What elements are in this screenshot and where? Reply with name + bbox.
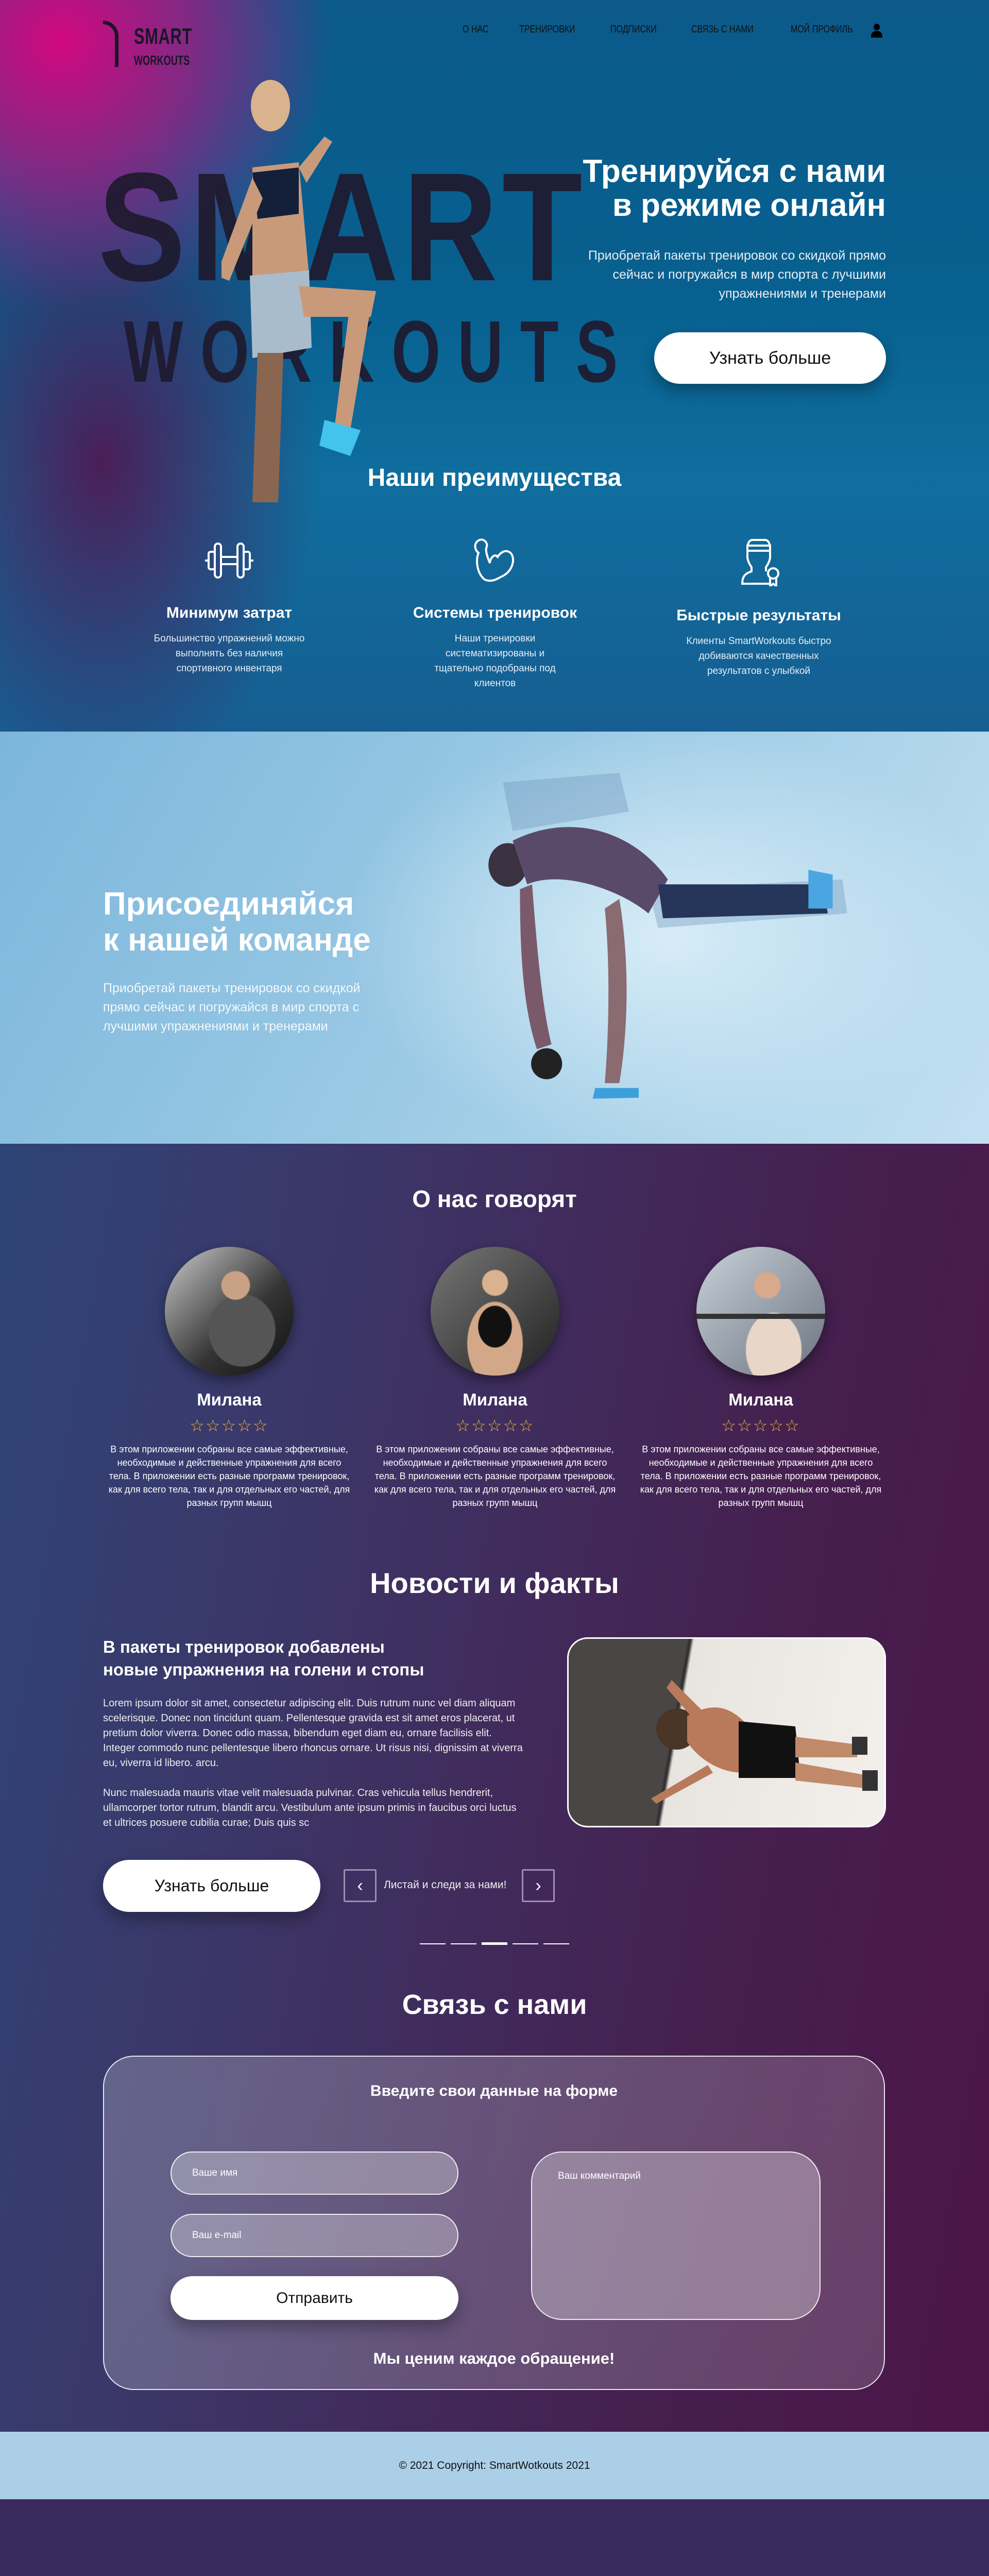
join-title-line2: к нашей команде — [103, 922, 371, 958]
hero-section: SMART WORKOUTS О НАС ТРЕНИРОВКИ ПОДПИСКИ… — [0, 0, 989, 732]
slider-pagination — [420, 1942, 569, 1945]
review-text: В этом приложении собраны все самые эффе… — [108, 1444, 350, 1508]
slider-next-button[interactable]: › — [522, 1869, 555, 1902]
advantage-text: Наши тренировки систематизированы и тщат… — [434, 633, 556, 689]
reviewer-name: Милана — [463, 1390, 527, 1409]
athlete-award-icon — [741, 539, 779, 586]
hero-title-line2: в режиме онлайн — [612, 188, 886, 223]
nav-workouts[interactable]: ТРЕНИРОВКИ — [519, 24, 575, 36]
logo-subtext: WORKOUTS — [134, 53, 190, 68]
dumbbell-icon — [205, 543, 253, 579]
news-paragraph: Lorem ipsum dolor sit amet, consectetur … — [103, 1698, 523, 1769]
advantage-title: Системы тренировок — [413, 604, 577, 621]
form-footer-note: Мы ценим каждое обращение! — [373, 2349, 615, 2367]
news-headline-line1: В пакеты тренировок добавлены — [103, 1637, 385, 1656]
slider-prev-button[interactable]: ‹ — [344, 1869, 377, 1902]
join-title: Присоединяйся к нашей команде — [103, 886, 371, 958]
form-title: Введите свои данные на форме — [370, 2082, 618, 2099]
advantage-text: Клиенты SmartWorkouts быстро добиваются … — [686, 636, 831, 676]
reviewer-name: Милана — [728, 1390, 793, 1409]
advantages-title: Наши преимущества — [367, 464, 622, 492]
slider-dot[interactable] — [543, 1943, 569, 1944]
join-section: Присоединяйся к нашей команде Приобретай… — [0, 732, 989, 1144]
contact-form: Введите свои данные на форме Отправить М… — [103, 2056, 885, 2390]
nav-about[interactable]: О НАС — [463, 24, 488, 36]
chevron-right-icon: › — [535, 1875, 541, 1895]
advantage-item: Минимум затрат Большинство упражнений мо… — [116, 537, 343, 676]
star-rating-icon: ☆☆☆☆☆ — [190, 1416, 269, 1435]
name-input[interactable] — [170, 2151, 458, 2195]
biceps-icon — [474, 538, 514, 582]
news-title: Новости и факты — [370, 1567, 619, 1599]
review-text: В этом приложении собраны все самые эффе… — [374, 1444, 616, 1508]
reviewer-avatar — [431, 1247, 559, 1376]
athlete-motion-image — [488, 773, 847, 1099]
nav-profile[interactable]: МОЙ ПРОФИЛЬ — [791, 24, 853, 36]
hero-title-line1: Тренируйся с нами — [583, 154, 886, 189]
nav-subscriptions[interactable]: ПОДПИСКИ — [610, 24, 657, 36]
slider-dot[interactable] — [451, 1943, 476, 1944]
hero-subtitle: Приобретай пакеты тренировок со скидкой … — [588, 248, 886, 301]
reviews-title: О нас говорят — [412, 1185, 577, 1212]
star-rating-icon: ☆☆☆☆☆ — [721, 1416, 800, 1435]
submit-button[interactable]: Отправить — [170, 2276, 458, 2320]
slider-dot[interactable] — [513, 1943, 538, 1944]
review-card: Милана ☆☆☆☆☆ В этом приложении собраны в… — [371, 1247, 619, 1510]
nav-contact[interactable]: СВЯЗЬ С НАМИ — [691, 24, 754, 36]
reviewer-name: Милана — [197, 1390, 262, 1409]
slider-hint: Листай и следи за нами! — [384, 1879, 507, 1891]
copyright-text: © 2021 Copyright: SmartWotkouts 2021 — [399, 2459, 590, 2471]
news-image — [567, 1637, 886, 1827]
join-subtitle: Приобретай пакеты тренировок со скидкой … — [103, 981, 361, 1033]
advantage-title: Быстрые результаты — [676, 607, 841, 624]
advantage-title: Минимум затрат — [166, 604, 293, 621]
advantage-item: Системы тренировок Наши тренировки систе… — [382, 537, 608, 691]
comment-textarea[interactable] — [531, 2151, 821, 2320]
join-title-line1: Присоединяйся — [103, 886, 354, 922]
chevron-left-icon: ‹ — [357, 1875, 363, 1895]
footer: © 2021 Copyright: SmartWotkouts 2021 — [0, 2432, 989, 2499]
news-paragraph: Nunc malesuada mauris vitae velit malesu… — [103, 1787, 517, 1828]
contact-title: Связь с нами — [402, 1989, 587, 2020]
advantage-item: Быстрые результаты Клиенты SmartWorkouts… — [645, 537, 872, 679]
logo-text: SMART — [134, 24, 193, 49]
hero-title: Тренируйся с нами в режиме онлайн — [525, 155, 886, 223]
reviewer-avatar — [696, 1247, 825, 1376]
news-headline: В пакеты тренировок добавлены новые упра… — [103, 1636, 424, 1681]
news-learn-more-button[interactable]: Узнать больше — [103, 1860, 320, 1912]
logo-mark-icon — [103, 21, 118, 67]
email-input[interactable] — [170, 2214, 458, 2257]
logo[interactable]: SMART WORKOUTS — [103, 21, 216, 72]
advantage-text: Большинство упражнений можно выполнять б… — [154, 633, 305, 674]
user-icon[interactable] — [871, 24, 883, 38]
athlete-image — [221, 80, 376, 502]
slider-dot-active[interactable] — [482, 1942, 507, 1945]
review-card: Милана ☆☆☆☆☆ В этом приложении собраны в… — [637, 1247, 884, 1510]
review-card: Милана ☆☆☆☆☆ В этом приложении собраны в… — [106, 1247, 353, 1510]
news-headline-line2: новые упражнения на голени и стопы — [103, 1660, 424, 1679]
star-rating-icon: ☆☆☆☆☆ — [455, 1416, 535, 1435]
slider-dot[interactable] — [420, 1943, 446, 1944]
reviewer-avatar — [165, 1247, 294, 1376]
review-text: В этом приложении собраны все самые эффе… — [640, 1444, 882, 1508]
hero-learn-more-button[interactable]: Узнать больше — [654, 332, 886, 384]
